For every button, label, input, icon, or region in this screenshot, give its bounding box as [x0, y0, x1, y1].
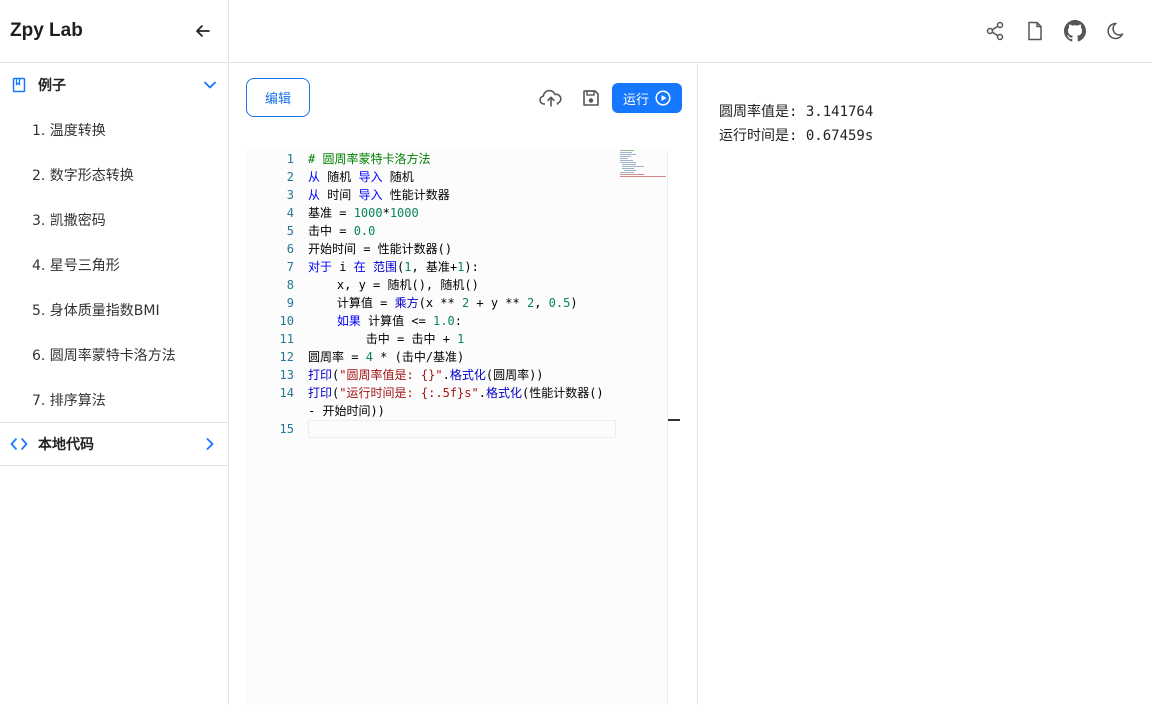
examples-section-toggle[interactable]: 例子 [0, 63, 228, 107]
output-line: 圆周率值是: 3.141764 [719, 104, 874, 120]
run-button-label: 运行 [622, 92, 649, 108]
example-item-1[interactable]: 1. 温度转换 [0, 107, 228, 152]
line-number: 1 [286, 152, 294, 166]
code-line: - 开始时间)) [308, 404, 385, 418]
minimap-line [622, 164, 636, 165]
line-number: 5 [286, 224, 294, 238]
chevron-right-icon [202, 436, 218, 452]
example-item-7[interactable]: 7. 排序算法 [0, 377, 228, 422]
document-button[interactable] [1024, 20, 1046, 42]
editor-scrollbar-thumb[interactable] [668, 419, 680, 421]
examples-section-label: 例子 [38, 78, 66, 94]
editor-scrollbar-track[interactable] [667, 150, 668, 705]
minimap-line [620, 158, 628, 159]
code-line: 击中 = 0.0 [308, 224, 376, 238]
examples-list: 1. 温度转换 2. 数字形态转换 3. 凯撒密码 4. 星号三角形 5. 身体… [0, 107, 228, 422]
code-line: x, y = 随机(), 随机() [308, 278, 479, 292]
example-item-2[interactable]: 2. 数字形态转换 [0, 152, 228, 197]
line-number: 7 [286, 260, 294, 274]
editor-toolbar: 编辑 运行 [230, 64, 697, 132]
minimap-line [620, 162, 636, 163]
cloud-upload-icon [539, 89, 562, 107]
line-number: 13 [279, 368, 294, 382]
chevron-down-icon [202, 77, 218, 93]
line-number: 8 [286, 278, 294, 292]
minimap-line [620, 152, 632, 153]
local-code-section-toggle[interactable]: 本地代码 [0, 422, 228, 466]
code-line: # 圆周率蒙特卡洛方法 [308, 152, 431, 166]
current-code-line [308, 420, 616, 438]
minimap-line [620, 176, 666, 177]
minimap-line [620, 156, 631, 157]
code-icon [10, 435, 28, 453]
line-number: 3 [286, 188, 294, 202]
minimap-line [624, 170, 636, 171]
minimap-line [622, 168, 634, 169]
minimap-line [622, 166, 644, 167]
minimap-line [620, 154, 636, 155]
line-number: 15 [279, 422, 294, 436]
code-line: 打印("运行时间是: {:.5f}s".格式化(性能计数器() [308, 386, 604, 400]
code-line: 从 时间 导入 性能计数器 [308, 188, 450, 202]
example-item-4[interactable]: 4. 星号三角形 [0, 242, 228, 287]
line-number: 14 [279, 386, 294, 400]
example-item-5[interactable]: 5. 身体质量指数BMI [0, 287, 228, 332]
github-button[interactable] [1064, 20, 1086, 42]
code-line: 基准 = 1000*1000 [308, 206, 419, 220]
share-button[interactable] [984, 20, 1006, 42]
code-line: 打印("圆周率值是: {}".格式化(圆周率)) [308, 368, 544, 382]
line-number [246, 402, 294, 420]
share-icon [986, 21, 1004, 41]
code-line: 从 随机 导入 随机 [308, 170, 414, 184]
line-number: 9 [286, 296, 294, 310]
local-code-section-label: 本地代码 [38, 437, 94, 453]
minimap-line [620, 174, 644, 175]
line-number: 2 [286, 170, 294, 184]
code-line: 开始时间 = 性能计数器() [308, 242, 453, 256]
collapse-sidebar-button[interactable] [192, 20, 214, 42]
code-line: 如果 计算值 <= 1.0: [336, 314, 462, 328]
minimap-line [620, 160, 633, 161]
line-number: 12 [279, 350, 294, 364]
code-line: 击中 = 击中 + 1 [308, 332, 465, 346]
save-icon [583, 90, 599, 106]
github-icon [1064, 20, 1086, 42]
sidebar: Zpy Lab 例子 1. 温度转换 2. 数字形态转换 3. 凯撒密码 4. … [0, 0, 229, 705]
editor-pane: 编辑 运行 1 2 3 4 5 6 7 8 9 10 11 12 13 14 1… [230, 64, 698, 705]
example-item-6[interactable]: 6. 圆周率蒙特卡洛方法 [0, 332, 228, 377]
upload-button[interactable] [539, 86, 563, 110]
app-title: Zpy Lab [10, 20, 83, 41]
code-editor[interactable]: 1 2 3 4 5 6 7 8 9 10 11 12 13 14 15 # 圆周… [246, 150, 666, 705]
code-content[interactable]: # 圆周率蒙特卡洛方法 从 随机 导入 随机 从 时间 导入 性能计数器 基准 … [308, 150, 616, 438]
run-button[interactable]: 运行 [612, 83, 682, 113]
code-line: 圆周率 = 4 * (击中/基准) [308, 350, 465, 364]
code-line: 计算值 = 乘方(x ** 2 + y ** 2, 0.5) [308, 296, 578, 310]
line-number-gutter: 1 2 3 4 5 6 7 8 9 10 11 12 13 14 15 [246, 150, 294, 438]
line-number: 4 [286, 206, 294, 220]
output-pane: 圆周率值是: 3.141764 运行时间是: 0.67459s [699, 64, 1152, 705]
line-number: 11 [279, 332, 294, 346]
line-number: 10 [279, 314, 294, 328]
save-button[interactable] [579, 86, 603, 110]
sidebar-header: Zpy Lab [0, 0, 228, 63]
file-icon [1028, 21, 1042, 41]
theme-toggle-button[interactable] [1104, 20, 1126, 42]
line-number: 6 [286, 242, 294, 256]
play-circle-icon [655, 90, 671, 106]
arrow-left-icon [196, 25, 210, 37]
top-toolbar [230, 0, 1152, 63]
minimap-line [620, 172, 634, 173]
code-line: 对于 i 在 范围(1, 基准+1): [308, 260, 479, 274]
example-item-3[interactable]: 3. 凯撒密码 [0, 197, 228, 242]
book-icon [10, 76, 28, 94]
edit-button[interactable]: 编辑 [246, 78, 310, 117]
code-minimap[interactable] [618, 150, 668, 182]
minimap-line [620, 150, 634, 151]
output-line: 运行时间是: 0.67459s [719, 128, 874, 144]
moon-icon [1107, 22, 1124, 40]
